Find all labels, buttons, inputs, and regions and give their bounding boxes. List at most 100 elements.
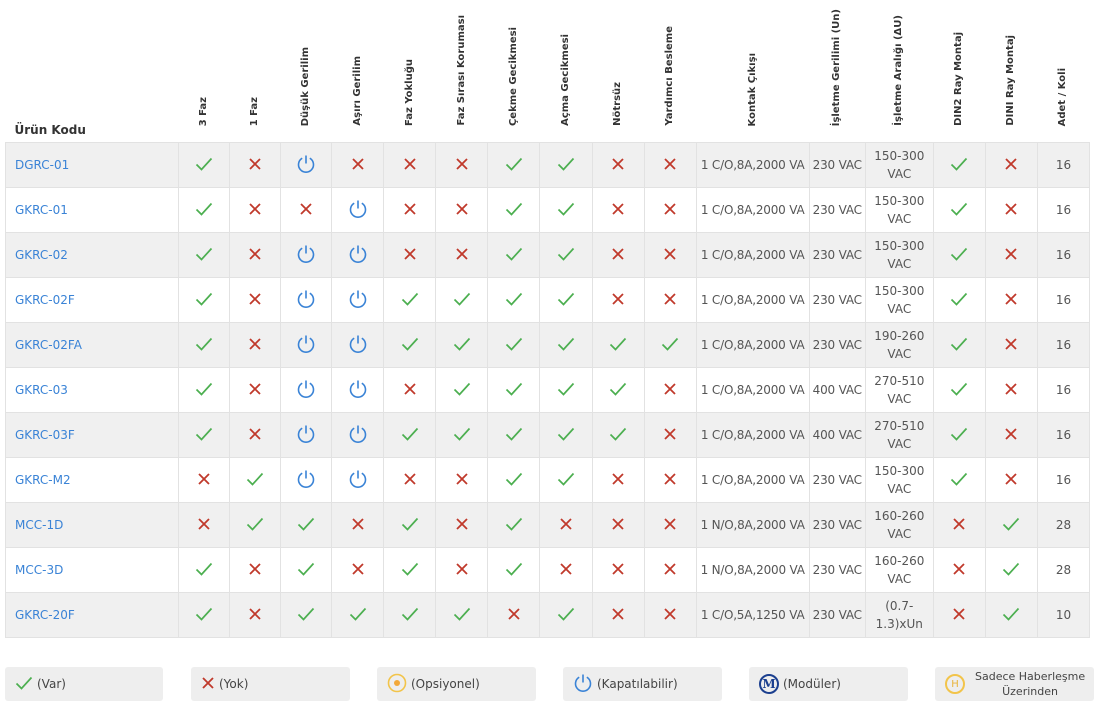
feature-cell bbox=[280, 187, 333, 233]
check-icon bbox=[401, 337, 419, 354]
power-icon bbox=[296, 154, 316, 177]
cross-icon bbox=[455, 472, 469, 489]
range-line2: VAC bbox=[887, 482, 912, 496]
range-cell: (0.7- 1.3)xUn bbox=[864, 592, 934, 638]
voltage-cell: 230 VAC bbox=[808, 322, 866, 368]
feature-cell bbox=[539, 142, 593, 188]
check-icon bbox=[505, 427, 523, 444]
modular-icon: M bbox=[759, 674, 779, 694]
product-code-link[interactable]: GKRC-M2 bbox=[4, 457, 180, 503]
feature-cell bbox=[383, 412, 437, 458]
feature-cell bbox=[331, 367, 385, 413]
feature-cell bbox=[435, 187, 489, 233]
range-line1: 270-510 bbox=[874, 419, 925, 433]
product-code-link[interactable]: GKRC-03 bbox=[4, 367, 180, 413]
product-code-link[interactable]: GKRC-01 bbox=[4, 187, 180, 233]
check-icon bbox=[950, 292, 968, 309]
feature-cell bbox=[178, 187, 231, 233]
cross-icon bbox=[455, 202, 469, 219]
check-icon bbox=[1002, 607, 1020, 624]
quantity-cell: 16 bbox=[1036, 457, 1091, 503]
range-line1: 150-300 bbox=[874, 194, 925, 208]
check-icon bbox=[195, 427, 213, 444]
product-code-link[interactable]: GKRC-02F bbox=[4, 277, 180, 323]
product-code-link[interactable]: GKRC-02 bbox=[4, 232, 180, 278]
column-header: 3 Faz bbox=[179, 0, 230, 143]
feature-cell bbox=[229, 232, 282, 278]
feature-cell bbox=[383, 502, 437, 548]
cross-icon bbox=[197, 472, 211, 489]
quantity-cell: 16 bbox=[1036, 322, 1091, 368]
voltage-cell: 230 VAC bbox=[808, 277, 866, 323]
communication-icon: H bbox=[945, 674, 965, 694]
dini-cell bbox=[984, 457, 1038, 503]
product-code-link[interactable]: GKRC-02FA bbox=[4, 322, 180, 368]
feature-cell bbox=[331, 592, 385, 638]
feature-cell bbox=[229, 502, 282, 548]
feature-cell bbox=[280, 547, 333, 593]
check-icon bbox=[557, 157, 575, 174]
feature-cell bbox=[229, 367, 282, 413]
table-row: GKRC-01 1 C/O,8A,2000 VA 230 VAC 150-300 VAC… bbox=[4, 187, 1091, 233]
feature-cell bbox=[383, 367, 437, 413]
check-icon bbox=[195, 157, 213, 174]
product-code-link[interactable]: GKRC-03F bbox=[4, 412, 180, 458]
feature-cell bbox=[643, 412, 697, 458]
feature-cell bbox=[643, 322, 697, 368]
product-code-link[interactable]: MCC-1D bbox=[4, 502, 180, 548]
table-row: GKRC-03F 1 C/O,8A,2000 VA 400 VAC 270-510 VA… bbox=[4, 412, 1091, 458]
feature-cell bbox=[435, 232, 489, 278]
cross-icon bbox=[403, 202, 417, 219]
cross-icon bbox=[611, 292, 625, 309]
din2-cell bbox=[932, 367, 986, 413]
power-icon bbox=[296, 424, 316, 447]
check-icon bbox=[453, 337, 471, 354]
feature-cell bbox=[643, 502, 697, 548]
cross-icon bbox=[248, 292, 262, 309]
product-code-link[interactable]: GKRC-20F bbox=[4, 592, 180, 638]
check-icon bbox=[950, 382, 968, 399]
range-cell: 160-260 VAC bbox=[864, 502, 934, 548]
feature-cell bbox=[383, 592, 437, 638]
feature-cell bbox=[591, 187, 645, 233]
legend-yok-label: (Yok) bbox=[219, 677, 249, 691]
feature-cell bbox=[591, 412, 645, 458]
range-cell: 150-300 VAC bbox=[864, 457, 934, 503]
feature-cell bbox=[487, 367, 541, 413]
product-code-link[interactable]: DGRC-01 bbox=[4, 142, 180, 188]
check-icon bbox=[950, 427, 968, 444]
optional-icon bbox=[387, 673, 407, 696]
column-header-label: Faz Yokluğu bbox=[403, 59, 415, 126]
feature-cell bbox=[280, 367, 333, 413]
product-code-link[interactable]: MCC-3D bbox=[4, 547, 180, 593]
table-row: GKRC-03 1 C/O,8A,2000 VA 400 VAC 270-510 VAC… bbox=[4, 367, 1091, 413]
feature-cell bbox=[539, 232, 593, 278]
legend-opsiyonel-label: (Opsiyonel) bbox=[411, 677, 480, 691]
column-header-label: Açma Gecikmesi bbox=[560, 34, 571, 126]
contact-cell: 1 N/O,8A,2000 VA bbox=[695, 547, 810, 593]
feature-cell bbox=[591, 457, 645, 503]
voltage-cell: 230 VAC bbox=[808, 457, 866, 503]
feature-cell bbox=[383, 277, 437, 323]
feature-cell bbox=[178, 547, 231, 593]
din2-cell bbox=[932, 277, 986, 323]
cross-icon bbox=[1004, 337, 1018, 354]
range-cell: 150-300 VAC bbox=[864, 187, 934, 233]
check-icon bbox=[401, 517, 419, 534]
contact-cell: 1 C/O,8A,2000 VA bbox=[695, 322, 810, 368]
power-icon bbox=[348, 199, 368, 222]
column-header-label: Yardımcı Besleme bbox=[664, 26, 676, 126]
range-cell: 150-300 VAC bbox=[864, 232, 934, 278]
check-icon bbox=[505, 157, 523, 174]
cross-icon bbox=[455, 562, 469, 579]
table-row: GKRC-02 1 C/O,8A,2000 VA 230 VAC 150-300 VAC… bbox=[4, 232, 1091, 278]
dini-cell bbox=[984, 187, 1038, 233]
cross-icon bbox=[663, 202, 677, 219]
check-icon bbox=[950, 247, 968, 264]
check-icon bbox=[505, 562, 523, 579]
check-icon bbox=[297, 517, 315, 534]
check-icon bbox=[950, 157, 968, 174]
check-icon bbox=[609, 427, 627, 444]
check-icon bbox=[195, 292, 213, 309]
legend-kapatilabilir-label: (Kapatılabilir) bbox=[597, 677, 678, 691]
